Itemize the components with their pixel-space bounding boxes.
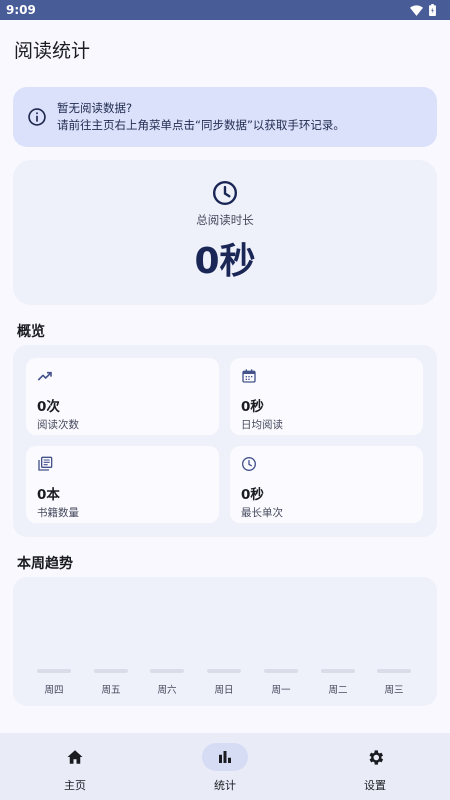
stat-value: 0本 — [37, 487, 60, 503]
weekly-bar-track — [321, 669, 355, 673]
clock-icon — [212, 180, 238, 206]
nav-item-stats[interactable]: 统计 — [150, 733, 300, 800]
weekly-bar-track — [377, 669, 411, 673]
library-books-icon — [38, 456, 53, 471]
notice-body: 请前往主页右上角菜单点击“同步数据”以获取手环记录。 — [57, 118, 345, 132]
weekly-day-label: 周一 — [271, 685, 291, 696]
clock-icon — [242, 457, 256, 471]
page-title: 阅读统计 — [14, 40, 91, 62]
overview-grid: 0次 阅读次数 0秒 日均阅读 0本 书籍数量 0秒 最长单次 — [13, 345, 437, 537]
status-time: 9:09 — [6, 3, 36, 17]
gear-icon — [368, 749, 383, 765]
nav-label: 设置 — [364, 779, 386, 792]
nav-label: 统计 — [214, 779, 236, 792]
battery-icon — [429, 4, 436, 16]
weekly-day-label: 周三 — [384, 685, 404, 696]
stat-card-daily-average: 0秒 日均阅读 — [230, 358, 423, 435]
weekly-bar-6: 周三 — [376, 669, 412, 696]
weekly-bar-4: 周一 — [263, 669, 299, 696]
home-icon — [67, 750, 83, 764]
stat-card-longest-session: 0秒 最长单次 — [230, 446, 423, 523]
weekly-day-label: 周二 — [328, 685, 348, 696]
total-reading-label: 总阅读时长 — [196, 213, 254, 227]
weekly-bar-track — [207, 669, 241, 673]
weekly-bar-3: 周日 — [206, 669, 242, 696]
bottom-navigation: 主页 统计 设置 — [0, 733, 450, 800]
bar-chart-icon — [219, 751, 231, 763]
stat-value: 0秒 — [241, 399, 264, 415]
weekly-bar-5: 周二 — [320, 669, 356, 696]
stat-label: 日均阅读 — [241, 419, 283, 431]
nav-item-settings[interactable]: 设置 — [300, 733, 450, 800]
status-bar: 9:09 — [0, 0, 450, 20]
stat-label: 最长单次 — [241, 507, 283, 519]
stat-label: 阅读次数 — [37, 419, 79, 431]
total-reading-card: 总阅读时长 0秒 — [13, 160, 437, 305]
weekly-bars: 周四 周五 周六 周日 周一 周二 周三 — [36, 669, 416, 699]
calendar-icon — [242, 369, 256, 383]
weekly-bar-track — [150, 669, 184, 673]
stat-card-book-count: 0本 书籍数量 — [26, 446, 219, 523]
weekly-day-label: 周六 — [157, 685, 177, 696]
info-icon — [28, 108, 46, 126]
weekly-day-label: 周四 — [44, 685, 64, 696]
nav-item-home[interactable]: 主页 — [0, 733, 150, 800]
no-data-notice: 暂无阅读数据? 请前往主页右上角菜单点击“同步数据”以获取手环记录。 — [13, 87, 437, 147]
overview-title: 概览 — [17, 324, 45, 340]
weekly-bar-1: 周五 — [93, 669, 129, 696]
weekly-trend-chart: 周四 周五 周六 周日 周一 周二 周三 — [13, 577, 437, 706]
weekly-day-label: 周日 — [214, 685, 234, 696]
total-reading-value: 0秒 — [194, 241, 256, 282]
stat-value: 0次 — [37, 399, 60, 415]
stat-label: 书籍数量 — [37, 507, 79, 519]
stat-card-read-count: 0次 阅读次数 — [26, 358, 219, 435]
notice-title: 暂无阅读数据? — [57, 101, 133, 115]
weekly-bar-track — [264, 669, 298, 673]
wifi-icon — [410, 4, 423, 16]
weekly-bar-0: 周四 — [36, 669, 72, 696]
stat-value: 0秒 — [241, 487, 264, 503]
trending-up-icon — [37, 371, 52, 381]
nav-label: 主页 — [64, 779, 86, 792]
weekly-bar-track — [94, 669, 128, 673]
weekly-bar-track — [37, 669, 71, 673]
weekly-day-label: 周五 — [101, 685, 121, 696]
weekly-bar-2: 周六 — [149, 669, 185, 696]
weekly-trend-title: 本周趋势 — [17, 556, 73, 572]
